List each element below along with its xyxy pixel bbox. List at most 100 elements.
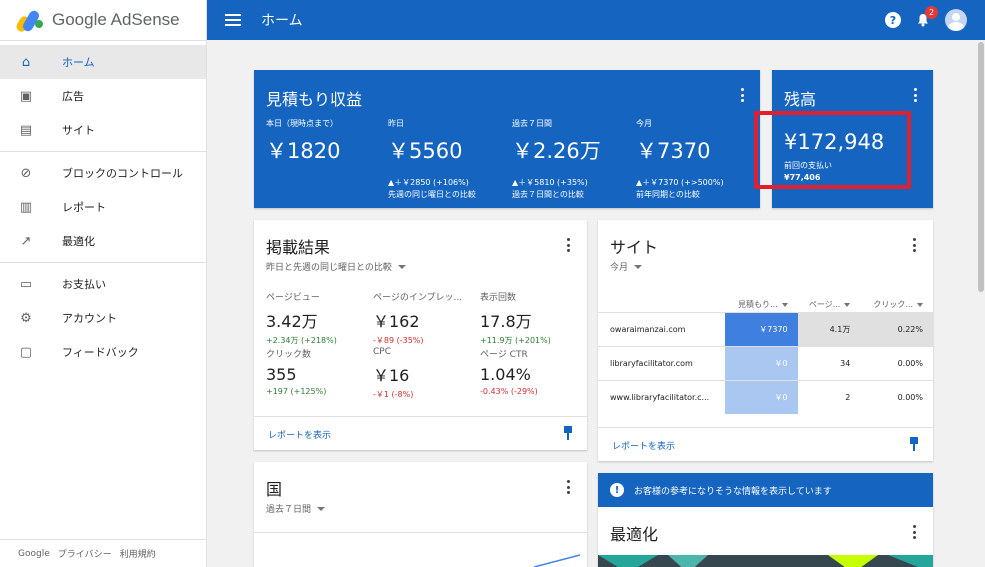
estimated-earnings-card: 見積もり収益 本日（現時点まで） ￥1820 昨日 ￥5560 ▲＋￥2850 … xyxy=(254,70,760,208)
estimate-yesterday: 昨日 ￥5560 ▲＋￥2850 (+106%) 先週の同じ曜日との比較 xyxy=(388,118,508,201)
pin-icon[interactable] xyxy=(563,426,573,440)
estimated-earnings-title: 見積もり収益 xyxy=(266,90,363,109)
menu-icon[interactable] xyxy=(225,14,241,26)
sidebar-item-block-controls[interactable]: ⊘ ブロックのコントロール xyxy=(0,156,206,190)
sidebar-item-reports[interactable]: ▥ レポート xyxy=(0,190,206,224)
terms-link[interactable]: 利用規約 xyxy=(120,547,156,560)
sidebar-item-label: 最適化 xyxy=(62,235,95,248)
country-filter-dropdown[interactable]: 過去７日間 xyxy=(266,502,326,515)
metric-label: ページのインプレッ... xyxy=(373,293,463,303)
sites-icon: ▤ xyxy=(19,122,33,138)
country-title: 国 xyxy=(266,480,283,499)
sites-table: 見積もり... ページ... クリック... owaraimanzai.com … xyxy=(598,298,933,414)
trending-icon: ↗ xyxy=(20,233,32,249)
sidebar-item-account[interactable]: ⚙ アカウント xyxy=(0,301,206,335)
performance-filter-dropdown[interactable]: 昨日と先週の同じ曜日との比較 xyxy=(266,260,406,273)
scrollbar-thumb[interactable] xyxy=(978,42,984,292)
site-earnings: ￥0 xyxy=(725,345,798,380)
estimate-label: 昨日 xyxy=(388,119,404,128)
more-vert-icon[interactable] xyxy=(912,238,916,252)
site-earnings: ￥0 xyxy=(725,379,798,414)
metric-label: ページビュー xyxy=(266,293,320,303)
nav-group-account: ▭ お支払い ⚙ アカウント ▢ フィードバック xyxy=(0,262,206,373)
table-row[interactable]: libraryfacilitator.com ￥0 34 0.00% xyxy=(598,345,933,380)
metric-pageviews[interactable]: ページビュー 3.42万 +2.34万 (+218%) xyxy=(266,290,376,346)
view-report-link[interactable]: レポートを表示 xyxy=(268,428,331,441)
privacy-link[interactable]: プライバシー xyxy=(58,547,112,560)
sidebar-item-label: ブロックのコントロール xyxy=(62,167,183,180)
sidebar-item-sites[interactable]: ▤ サイト xyxy=(0,113,206,147)
sidebar-item-payments[interactable]: ▭ お支払い xyxy=(0,267,206,301)
estimate-change: ▲＋￥5810 (+35%) 過去７日間との比較 xyxy=(512,177,632,201)
reports-icon: ▥ xyxy=(19,199,33,215)
table-row[interactable]: owaraimanzai.com ￥7370 4.1万 0.22% xyxy=(598,311,933,346)
estimate-value: ￥2.26万 xyxy=(512,139,601,163)
site-ctr: 0.00% xyxy=(860,345,933,380)
avatar[interactable] xyxy=(945,9,967,31)
metric-change: -￥89 (-35%) xyxy=(373,336,424,345)
metric-clicks[interactable]: クリック数 355 +197 (+125%) xyxy=(266,347,376,396)
gear-icon: ⚙ xyxy=(20,310,32,326)
sidebar-item-home[interactable]: ⌂ ホーム xyxy=(0,45,206,79)
country-card: 国 過去７日間 xyxy=(254,462,587,567)
performance-footer: レポートを表示 xyxy=(254,416,587,450)
brand-name: Google AdSense xyxy=(52,10,180,29)
brand[interactable]: Google AdSense xyxy=(0,0,206,40)
site-name: www.libraryfacilitator.c... xyxy=(598,379,725,414)
info-banner-text: お客様の参考になりそうな情報を表示しています xyxy=(634,486,832,497)
metric-value: ￥162 xyxy=(373,312,420,331)
metric-page-ctr[interactable]: ページ CTR 1.04% -0.43% (-29%) xyxy=(480,347,590,396)
scrollbar[interactable] xyxy=(977,40,985,567)
top-actions: ? 2 xyxy=(885,0,967,40)
pin-icon[interactable] xyxy=(909,437,919,451)
adsense-logo-icon xyxy=(14,8,44,34)
sidebar: Google AdSense ⌂ ホーム ▣ 広告 ▤ サイト ⊘ ブロックのコ… xyxy=(0,0,207,567)
metric-value: 17.8万 xyxy=(480,312,532,331)
more-vert-icon[interactable] xyxy=(566,238,570,252)
more-vert-icon[interactable] xyxy=(740,88,744,102)
page-title: ホーム xyxy=(261,13,303,29)
sidebar-item-ads[interactable]: ▣ 広告 xyxy=(0,79,206,113)
site-ctr: 0.22% xyxy=(860,311,933,346)
metric-label: クリック数 xyxy=(266,350,312,360)
table-row[interactable]: www.libraryfacilitator.c... ￥0 2 0.00% xyxy=(598,379,933,414)
estimate-compare: 前年同期との比較 xyxy=(636,190,700,199)
ads-icon: ▣ xyxy=(19,88,33,104)
sidebar-item-label: レポート xyxy=(62,201,106,214)
performance-title: 掲載結果 xyxy=(266,238,331,257)
nav-group-tools: ⊘ ブロックのコントロール ▥ レポート ↗ 最適化 xyxy=(0,151,206,262)
view-report-link[interactable]: レポートを表示 xyxy=(612,439,675,452)
column-header-pageviews[interactable]: ページ... xyxy=(798,298,861,312)
notifications-icon[interactable]: 2 xyxy=(915,6,938,28)
column-header-ctr[interactable]: クリック... xyxy=(860,298,933,312)
block-icon: ⊘ xyxy=(20,165,32,181)
optimization-title: 最適化 xyxy=(610,525,659,544)
sidebar-item-optimization[interactable]: ↗ 最適化 xyxy=(0,224,206,258)
sidebar-item-label: アカウント xyxy=(62,312,117,325)
column-header-earnings[interactable]: 見積もり... xyxy=(725,298,798,312)
more-vert-icon[interactable] xyxy=(912,525,916,539)
more-vert-icon[interactable] xyxy=(913,88,917,102)
metric-change: +197 (+125%) xyxy=(266,387,327,396)
metric-cpc[interactable]: CPC ￥16 -￥1 (-8%) xyxy=(373,347,473,400)
optimization-card: ! お客様の参考になりそうな情報を表示しています 最適化 xyxy=(598,473,933,567)
nav-group-main: ⌂ ホーム ▣ 広告 ▤ サイト xyxy=(0,40,206,151)
sites-filter-dropdown[interactable]: 今月 xyxy=(610,260,643,273)
metric-change: -0.43% (-29%) xyxy=(480,387,538,396)
help-icon[interactable]: ? xyxy=(885,12,901,28)
metric-change: +2.34万 (+218%) xyxy=(266,336,337,345)
metric-page-rpm[interactable]: ページのインプレッ... ￥162 -￥89 (-35%) xyxy=(373,290,473,346)
metric-impressions[interactable]: 表示回数 17.8万 +11.9万 (+201%) xyxy=(480,290,590,346)
site-pageviews: 4.1万 xyxy=(797,311,861,346)
metric-change: -￥1 (-8%) xyxy=(373,390,414,399)
estimate-change-value: ▲＋￥7370 (+>500%) xyxy=(636,178,724,187)
estimate-today: 本日（現時点まで） ￥1820 xyxy=(266,118,386,165)
sidebar-item-feedback[interactable]: ▢ フィードバック xyxy=(0,335,206,369)
caret-down-icon xyxy=(917,302,923,307)
estimate-compare: 先週の同じ曜日との比較 xyxy=(388,190,476,199)
metric-change: +11.9万 (+201%) xyxy=(480,336,551,345)
metric-value: 3.42万 xyxy=(266,312,318,331)
estimate-last-7-days: 過去７日間 ￥2.26万 ▲＋￥5810 (+35%) 過去７日間との比較 xyxy=(512,118,632,201)
more-vert-icon[interactable] xyxy=(566,480,570,494)
estimate-change: ▲＋￥7370 (+>500%) 前年同期との比較 xyxy=(636,177,756,201)
